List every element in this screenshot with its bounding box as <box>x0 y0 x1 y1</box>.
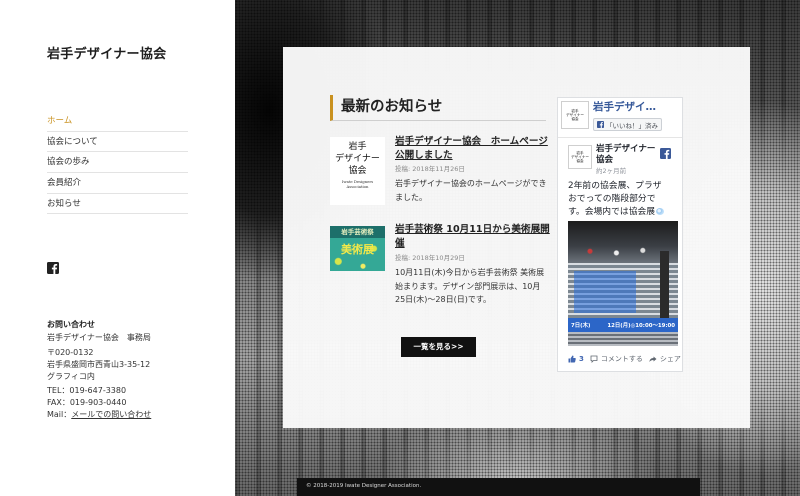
share-icon[interactable] <box>649 355 657 363</box>
photo-banner-end: 12日(月)◎10:00〜19:00 <box>607 323 675 329</box>
news-title-link[interactable]: 岩手芸術祭 10月11日から美術展開催 <box>395 223 550 251</box>
post-actions: 3 コメントする シェア <box>568 354 682 364</box>
contact-mail: Mail：メールでの問い合わせ <box>47 409 222 421</box>
contact-heading: お問い合わせ <box>47 320 95 329</box>
copyright: © 2018-2019 Iwate Designer Association. <box>306 483 422 489</box>
contact-fax: FAX：019-903-0440 <box>47 398 127 407</box>
footer: © 2018-2019 Iwate Designer Association. <box>297 478 700 496</box>
news-excerpt: 10月11日(木)今日から岩手芸術祭 美術展始まります。デザイン部門展示は、10… <box>395 268 545 304</box>
mail-link[interactable]: メールでの問い合わせ <box>71 410 151 419</box>
logo-line: デザイナー <box>335 154 380 164</box>
facebook-icon[interactable] <box>47 262 59 274</box>
post-text-body: 2年前の協会展、プラザおでっての階段部分です。会場内では協会展 <box>568 181 662 217</box>
news-heading: 最新のお知らせ <box>330 95 546 121</box>
post-photo[interactable]: 7日(木) 12日(月)◎10:00〜19:00 <box>568 221 678 346</box>
contact-office: 岩手デザイナー協会 事務局 <box>47 333 151 342</box>
divider <box>558 137 682 138</box>
logo-line: 協会 <box>576 159 584 164</box>
mail-label: Mail： <box>47 410 72 419</box>
post-author[interactable]: 岩手デザイナー協会 <box>596 144 656 166</box>
content-panel: 最新のお知らせ 岩手 デザイナー 協会 Iwate Designers Asso… <box>283 47 750 428</box>
sidebar: 岩手デザイナー協会 ホーム 協会について 協会の歩み 会員紹介 お知らせ お問い… <box>0 0 235 496</box>
site-title[interactable]: 岩手デザイナー協会 <box>47 46 166 64</box>
share-button[interactable]: シェア <box>660 354 681 364</box>
facebook-icon[interactable] <box>660 148 671 159</box>
poster-title: 美術展 <box>341 243 374 256</box>
fb-liked-label: 「いいね！」済み <box>606 121 658 130</box>
nav-item-history[interactable]: 協会の歩み <box>47 152 188 174</box>
photo-stairs-lower <box>568 332 678 346</box>
contact-building: グラフィコ内 <box>47 372 95 381</box>
poster-artwork: 美術展 <box>330 239 385 271</box>
fb-page-name-link[interactable]: 岩手デザイ… <box>593 101 656 114</box>
like-icon[interactable] <box>568 355 576 363</box>
news-thumbnail-poster[interactable]: 岩手芸術祭 美術展 <box>330 226 385 271</box>
post-text: 2年前の協会展、プラザおでっての階段部分です。会場内では協会展 <box>568 180 668 219</box>
comment-icon[interactable] <box>590 355 598 363</box>
news-title-link[interactable]: 岩手デザイナー協会 ホームページ公開しました <box>395 135 550 163</box>
logo-line: 岩手 <box>348 142 367 152</box>
news-thumbnail-logo[interactable]: 岩手 デザイナー 協会 Iwate Designers Association <box>330 137 385 205</box>
nav-item-home[interactable]: ホーム <box>47 111 188 132</box>
fb-page-logo[interactable]: 岩手 デザイナー 協会 <box>561 101 589 129</box>
nav-item-members[interactable]: 会員紹介 <box>47 173 188 194</box>
contact-info: お問い合わせ 岩手デザイナー協会 事務局 〒020-0132 岩手県盛岡市西青山… <box>47 319 222 421</box>
post-avatar[interactable]: 岩手 デザイナー 協会 <box>568 145 592 169</box>
poster-festival-label: 岩手芸術祭 <box>330 226 385 238</box>
contact-address: 岩手県盛岡市西青山3-35-12 <box>47 360 151 369</box>
contact-tel: TEL：019-647-3380 <box>47 386 127 395</box>
photo-banner: 7日(木) 12日(月)◎10:00〜19:00 <box>568 318 678 332</box>
facebook-page-widget: 岩手 デザイナー 協会 岩手デザイ… 「いいね！」済み 岩手 デザイナー 協会 … <box>557 97 683 372</box>
nav-item-about[interactable]: 協会について <box>47 132 188 153</box>
fb-liked-button[interactable]: 「いいね！」済み <box>593 118 662 131</box>
logo-line: 協会 <box>571 117 579 122</box>
news-excerpt: 岩手デザイナー協会のホームページができました。 <box>395 179 547 202</box>
view-all-news-button[interactable]: 一覧を見る>> <box>401 337 476 357</box>
main-nav: ホーム 協会について 協会の歩み 会員紹介 お知らせ <box>47 111 188 215</box>
nav-item-news[interactable]: お知らせ <box>47 194 188 215</box>
sparkle-emoji-icon <box>656 208 665 215</box>
comment-button[interactable]: コメントする <box>601 354 643 364</box>
news-date: 投稿: 2018年11月26日 <box>395 165 465 173</box>
contact-postal-code: 〒020-0132 <box>47 348 94 357</box>
news-date: 投稿: 2018年10月29日 <box>395 254 465 262</box>
like-count[interactable]: 3 <box>579 355 584 363</box>
photo-blue-panel <box>574 271 636 313</box>
logo-subtitle: Iwate Designers Association <box>341 179 374 189</box>
facebook-icon <box>597 121 604 128</box>
logo-line: 協会 <box>348 166 367 176</box>
photo-banner-start: 7日(木) <box>571 323 591 329</box>
post-timestamp[interactable]: 約2ヶ月前 <box>596 167 626 175</box>
